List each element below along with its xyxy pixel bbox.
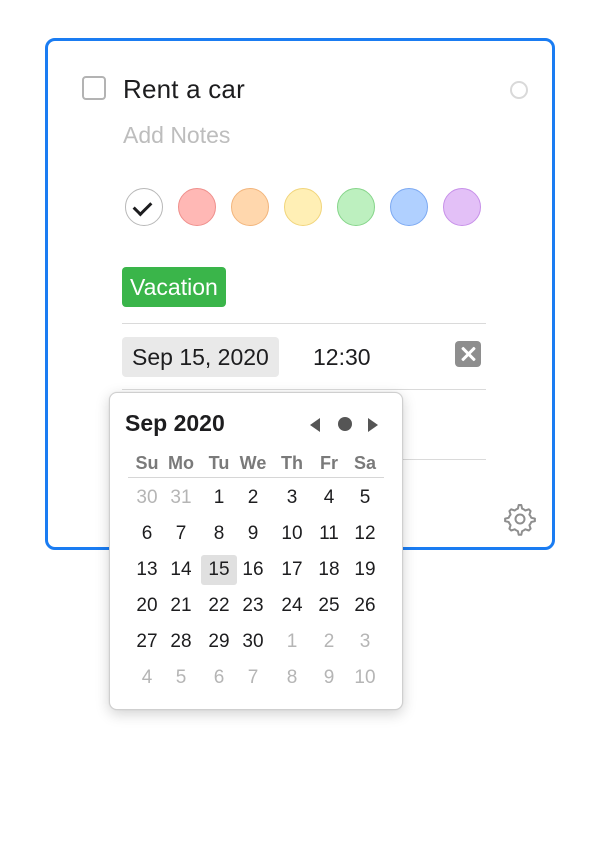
calendar-day[interactable]: 14 <box>163 555 199 585</box>
calendar-day[interactable]: 3 <box>274 483 310 513</box>
due-date-field[interactable]: Sep 15, 2020 <box>122 337 279 377</box>
calendar-day[interactable]: 25 <box>311 591 347 621</box>
calendar-day[interactable]: 21 <box>163 591 199 621</box>
task-complete-checkbox[interactable] <box>82 76 106 100</box>
calendar-day[interactable]: 2 <box>311 627 347 657</box>
weekday-label: Tu <box>208 453 230 473</box>
calendar-day[interactable]: 4 <box>311 483 347 513</box>
calendar-day[interactable]: 9 <box>235 519 271 549</box>
gear-icon[interactable] <box>502 501 538 537</box>
tag-vacation[interactable]: Vacation <box>122 267 226 307</box>
calendar-day[interactable]: 6 <box>201 663 237 693</box>
due-time-field[interactable]: 12:30 <box>313 337 371 377</box>
clear-date-button[interactable] <box>455 341 481 367</box>
calendar-day[interactable]: 29 <box>201 627 237 657</box>
calendar-day[interactable]: 24 <box>274 591 310 621</box>
calendar-day[interactable]: 9 <box>311 663 347 693</box>
checkmark-icon <box>132 196 153 217</box>
divider <box>122 389 486 390</box>
calendar-day[interactable]: 30 <box>235 627 271 657</box>
notes-field[interactable]: Add Notes <box>123 122 230 149</box>
calendar-day[interactable]: 3 <box>347 627 383 657</box>
calendar-day[interactable]: 10 <box>274 519 310 549</box>
calendar-day[interactable]: 1 <box>201 483 237 513</box>
calendar-day[interactable]: 5 <box>163 663 199 693</box>
weekday-label: Fr <box>320 453 338 473</box>
color-swatch-green[interactable] <box>337 188 375 226</box>
calendar-day[interactable]: 26 <box>347 591 383 621</box>
calendar-day[interactable]: 4 <box>129 663 165 693</box>
color-swatch-red[interactable] <box>178 188 216 226</box>
calendar-day[interactable]: 10 <box>347 663 383 693</box>
calendar-day[interactable]: 12 <box>347 519 383 549</box>
calendar-day[interactable]: 8 <box>201 519 237 549</box>
calendar-day[interactable]: 7 <box>163 519 199 549</box>
color-swatch-purple[interactable] <box>443 188 481 226</box>
weekday-label: We <box>239 453 267 473</box>
color-swatch-orange[interactable] <box>231 188 269 226</box>
calendar-day[interactable]: 16 <box>235 555 271 585</box>
calendar-day[interactable]: 1 <box>274 627 310 657</box>
calendar-day[interactable]: 31 <box>163 483 199 513</box>
task-title[interactable]: Rent a car <box>123 74 245 105</box>
calendar-month-title: Sep 2020 <box>125 410 225 436</box>
calendar-day[interactable]: 17 <box>274 555 310 585</box>
previous-month-arrow-icon[interactable] <box>310 418 320 432</box>
calendar-day[interactable]: 23 <box>235 591 271 621</box>
weekday-label: Su <box>135 453 159 473</box>
status-circle-icon[interactable] <box>510 81 528 99</box>
weekday-label: Th <box>281 453 303 473</box>
color-swatch-none[interactable] <box>125 188 163 226</box>
divider <box>122 323 486 324</box>
calendar-day[interactable]: 5 <box>347 483 383 513</box>
calendar-day[interactable]: 19 <box>347 555 383 585</box>
next-month-arrow-icon[interactable] <box>368 418 378 432</box>
calendar-day[interactable]: 20 <box>129 591 165 621</box>
calendar-day-selected[interactable]: 15 <box>201 555 237 585</box>
calendar-day[interactable]: 11 <box>311 519 347 549</box>
date-picker-popover: Sep 2020 Su Mo Tu We Th Fr Sa 30 31 1 2 3 4 5 6 7 8 9 10 1… <box>109 392 403 710</box>
weekday-label: Mo <box>168 453 194 473</box>
calendar-day[interactable]: 18 <box>311 555 347 585</box>
calendar-day[interactable]: 30 <box>129 483 165 513</box>
calendar-day[interactable]: 13 <box>129 555 165 585</box>
today-dot-icon[interactable] <box>338 417 352 431</box>
calendar-day[interactable]: 6 <box>129 519 165 549</box>
color-swatch-yellow[interactable] <box>284 188 322 226</box>
weekday-label: Sa <box>353 453 377 473</box>
calendar-day[interactable]: 27 <box>129 627 165 657</box>
divider <box>128 477 384 478</box>
color-swatch-blue[interactable] <box>390 188 428 226</box>
calendar-day[interactable]: 7 <box>235 663 271 693</box>
calendar-day[interactable]: 2 <box>235 483 271 513</box>
calendar-day[interactable]: 8 <box>274 663 310 693</box>
calendar-day[interactable]: 28 <box>163 627 199 657</box>
calendar-day[interactable]: 22 <box>201 591 237 621</box>
